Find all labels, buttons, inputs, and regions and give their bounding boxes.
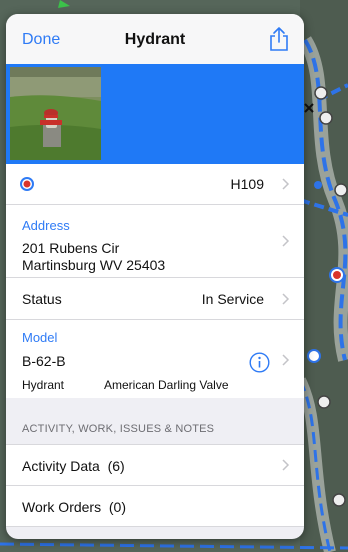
info-icon[interactable]: [249, 352, 270, 373]
panel-title: Hydrant: [124, 31, 186, 48]
model-row[interactable]: Model B-62-B Hydrant American Darling Va…: [6, 320, 304, 400]
work-orders-label: Work Orders (0): [22, 499, 126, 515]
manufacturer: American Darling Valve: [104, 378, 229, 392]
hydrant-photo[interactable]: [10, 67, 101, 160]
chevron-right-icon: [282, 178, 290, 190]
chevron-right-icon: [282, 292, 290, 305]
work-orders-count: (0): [108, 499, 126, 515]
activity-data-row[interactable]: Activity Data (6): [6, 444, 304, 486]
feature-id: H109: [230, 176, 264, 192]
related-records-list: Activity Data (6) Work Orders (0): [6, 444, 304, 527]
section-header: ACTIVITY, WORK, ISSUES & NOTES: [6, 398, 304, 444]
asset-type: Hydrant: [22, 378, 65, 392]
activity-data-count: (6): [107, 458, 125, 474]
status-label: Status: [22, 291, 62, 307]
section-title: ACTIVITY, WORK, ISSUES & NOTES: [22, 423, 215, 435]
work-orders-text: Work Orders: [22, 499, 102, 515]
share-icon[interactable]: [268, 26, 290, 52]
model-header: Model: [22, 330, 58, 345]
address-line-2: Martinsburg WV 25403: [22, 257, 166, 273]
address-line-1: 201 Rubens Cir: [22, 240, 120, 256]
address-header: Address: [22, 218, 70, 233]
model-value: B-62-B: [22, 353, 66, 369]
status-value: In Service: [201, 291, 264, 307]
address-row[interactable]: Address 201 Rubens Cir Martinsburg WV 25…: [6, 205, 304, 278]
work-orders-row[interactable]: Work Orders (0): [6, 486, 304, 527]
activity-data-text: Activity Data: [22, 458, 100, 474]
chevron-right-icon: [282, 235, 290, 247]
navigation-bar: Done Hydrant: [6, 14, 304, 64]
attribute-list: H109 Address 201 Rubens Cir Martinsburg …: [6, 164, 304, 400]
status-dot-icon: [20, 177, 34, 191]
chevron-right-icon: [282, 354, 290, 366]
status-row[interactable]: Status In Service: [6, 278, 304, 320]
activity-data-label: Activity Data (6): [22, 458, 125, 474]
feature-id-row[interactable]: H109: [6, 164, 304, 205]
feature-detail-panel: Done Hydrant H109 Address 201 Rubens Cir…: [6, 14, 304, 539]
photo-banner: [6, 64, 304, 164]
chevron-right-icon: [282, 459, 290, 471]
